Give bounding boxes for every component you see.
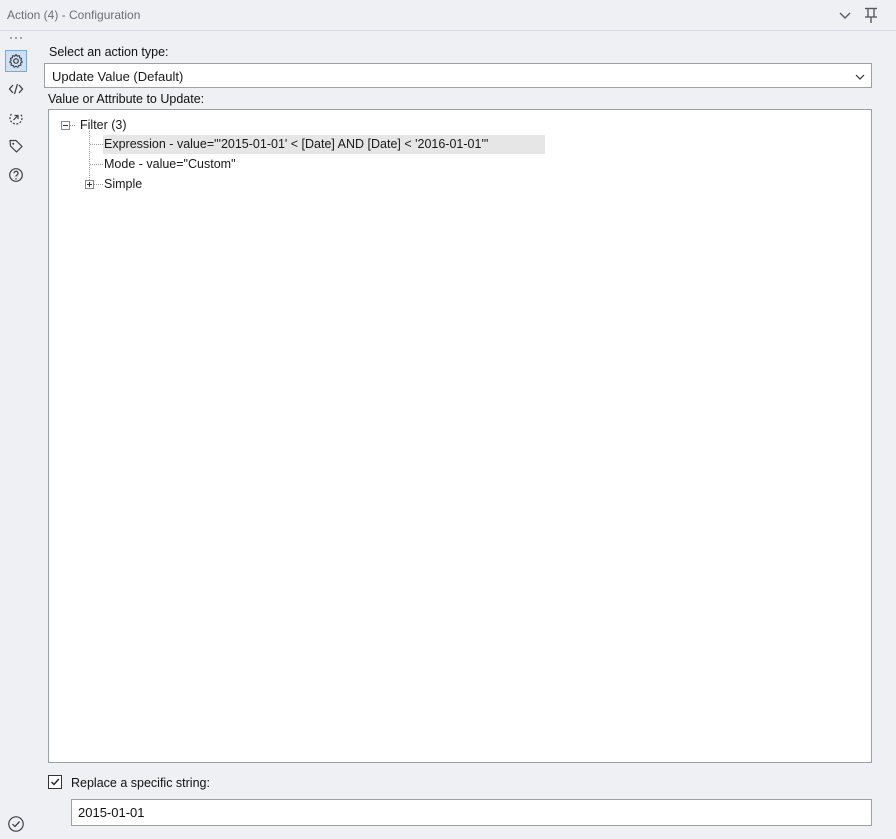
value-tree-label: Value or Attribute to Update: bbox=[48, 92, 205, 106]
chevron-down-icon[interactable] bbox=[834, 4, 856, 26]
action-type-value: Update Value (Default) bbox=[52, 69, 184, 84]
panel-title: Action (4) - Configuration bbox=[7, 8, 141, 22]
question-circle-icon bbox=[9, 168, 23, 182]
code-icon bbox=[8, 83, 24, 95]
config-sidebar bbox=[0, 32, 34, 839]
arrow-circle-icon bbox=[9, 113, 23, 125]
action-type-label: Select an action type: bbox=[49, 45, 169, 59]
chevron-down-icon bbox=[855, 74, 865, 80]
sidebar-item-help[interactable] bbox=[5, 164, 27, 186]
action-type-select[interactable]: Update Value (Default) bbox=[44, 63, 872, 88]
tree-node-label: Simple bbox=[104, 177, 143, 191]
tree-connector bbox=[94, 184, 103, 185]
tree-node-label: Expression - value="'2015-01-01' < [Date… bbox=[104, 137, 489, 151]
tree-node-expression[interactable]: Expression - value="'2015-01-01' < [Date… bbox=[103, 135, 545, 154]
replace-string-checkbox[interactable] bbox=[48, 775, 62, 789]
replace-string-input[interactable] bbox=[71, 799, 872, 826]
sidebar-item-xml[interactable] bbox=[5, 78, 27, 100]
tree-connector bbox=[90, 144, 103, 145]
tree-expand-toggle[interactable] bbox=[85, 180, 94, 189]
sidebar-item-annotation[interactable] bbox=[5, 135, 27, 157]
more-dots-icon[interactable] bbox=[9, 36, 23, 40]
value-tree[interactable]: Filter (3) Expression - value="'2015-01-… bbox=[48, 109, 872, 763]
checkmark-icon bbox=[51, 778, 60, 786]
tree-node-label: Mode - value="Custom" bbox=[104, 157, 236, 171]
sidebar-item-connection-progress[interactable] bbox=[5, 107, 27, 129]
tree-connector bbox=[89, 131, 90, 184]
panel-title-bar: Action (4) - Configuration bbox=[0, 0, 896, 31]
tree-connector bbox=[70, 125, 75, 126]
tree-collapse-toggle[interactable] bbox=[61, 121, 70, 130]
tree-node-label: Filter (3) bbox=[80, 118, 127, 132]
tree-node-filter[interactable]: Filter (3) bbox=[77, 116, 157, 135]
replace-string-label: Replace a specific string: bbox=[71, 776, 210, 790]
tree-node-simple[interactable]: Simple bbox=[103, 175, 163, 194]
tree-connector bbox=[90, 164, 103, 165]
pin-icon[interactable] bbox=[860, 4, 882, 26]
gear-icon bbox=[9, 53, 23, 68]
tag-icon bbox=[9, 139, 23, 153]
sidebar-item-configuration[interactable] bbox=[5, 50, 27, 72]
check-circle-icon bbox=[8, 816, 24, 832]
tree-node-mode[interactable]: Mode - value="Custom" bbox=[103, 155, 303, 174]
